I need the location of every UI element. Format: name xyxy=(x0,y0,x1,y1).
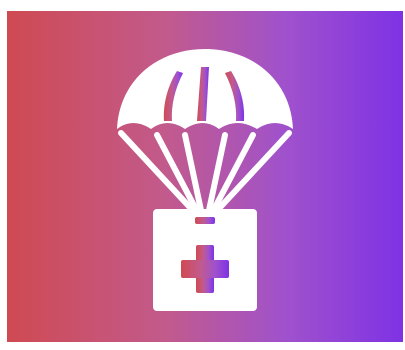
crate-hook-slot xyxy=(195,217,215,224)
parachute-lines xyxy=(118,130,292,218)
parachute-medical-supply-drop-icon xyxy=(117,49,293,311)
app-icon-tile xyxy=(7,11,403,342)
